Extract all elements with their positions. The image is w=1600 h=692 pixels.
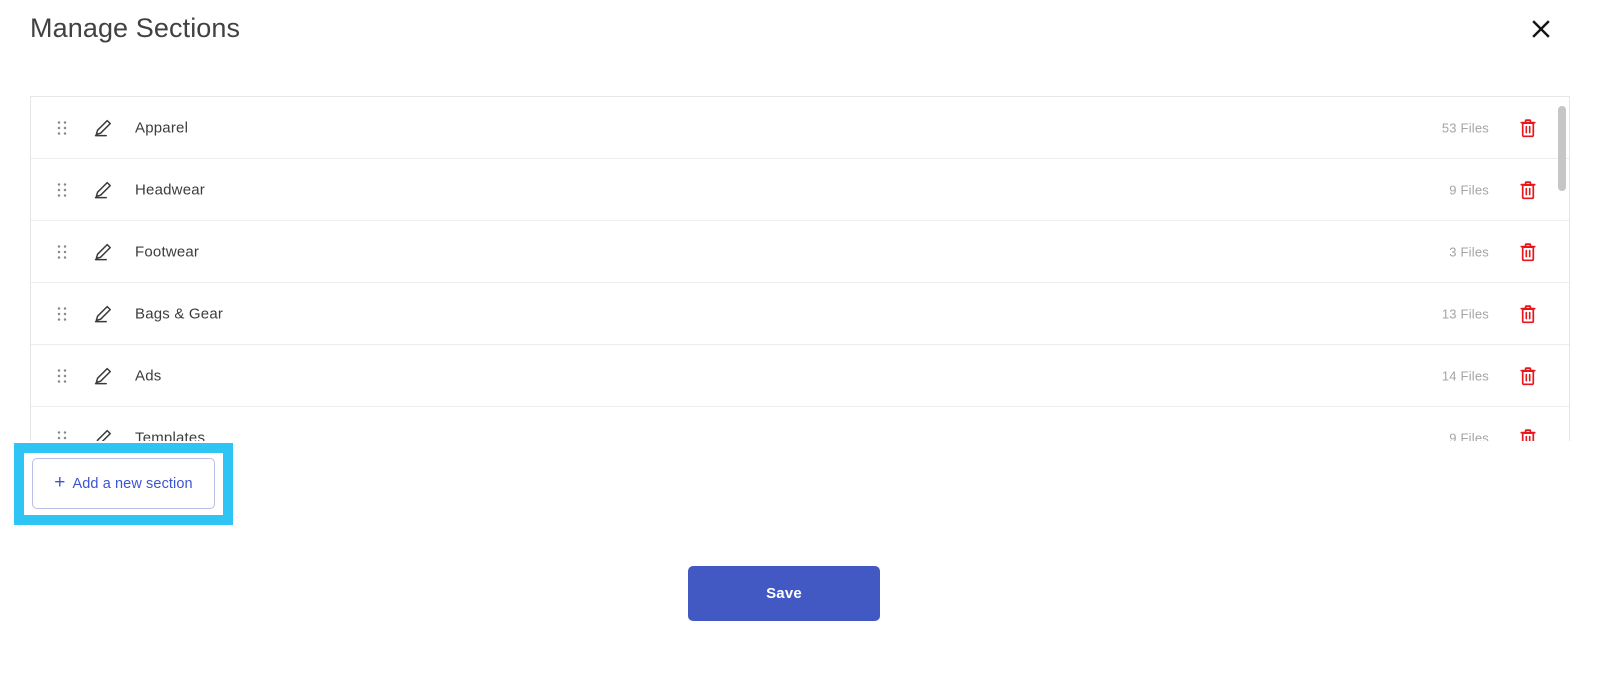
drag-handle-icon[interactable]: [53, 243, 71, 261]
pencil-edit-icon[interactable]: [89, 362, 117, 390]
drag-handle-icon-glyph: [57, 430, 67, 439]
file-count-label: 3 Files: [1449, 244, 1489, 259]
drag-handle-icon[interactable]: [53, 429, 71, 442]
trash-delete-icon[interactable]: [1515, 239, 1541, 265]
manage-sections-modal: Manage Sections Apparel 53 Files Headwear 9…: [0, 0, 1600, 692]
table-row[interactable]: Ads 14 Files: [31, 345, 1569, 407]
pencil-edit-icon-glyph: [94, 119, 111, 136]
pencil-edit-icon[interactable]: [89, 114, 117, 142]
section-name-label: Apparel: [135, 119, 189, 136]
trash-delete-icon[interactable]: [1515, 425, 1541, 441]
table-row[interactable]: Templates 9 Files: [31, 407, 1569, 442]
add-section-highlight-box: + Add a new section: [14, 443, 233, 525]
table-row[interactable]: Footwear 3 Files: [31, 221, 1569, 283]
section-list-scrollbar[interactable]: [1558, 101, 1566, 438]
pencil-edit-icon-glyph: [94, 181, 111, 198]
table-row[interactable]: Bags & Gear 13 Files: [31, 283, 1569, 345]
section-name-label: Bags & Gear: [135, 305, 224, 322]
drag-handle-icon-glyph: [57, 182, 67, 197]
drag-handle-icon[interactable]: [53, 367, 71, 385]
pencil-edit-icon-glyph: [94, 367, 111, 384]
file-count-label: 9 Files: [1449, 430, 1489, 441]
drag-handle-icon[interactable]: [53, 119, 71, 137]
add-new-section-button[interactable]: + Add a new section: [32, 458, 215, 509]
trash-delete-icon[interactable]: [1515, 301, 1541, 327]
trash-delete-icon-glyph: [1520, 366, 1536, 385]
add-section-wrapper: + Add a new section: [24, 453, 223, 515]
file-count-label: 53 Files: [1441, 120, 1489, 135]
pencil-edit-icon[interactable]: [89, 300, 117, 328]
table-row[interactable]: Headwear 9 Files: [31, 159, 1569, 221]
close-icon-glyph: [1532, 20, 1550, 38]
pencil-edit-icon-glyph: [96, 429, 111, 441]
trash-delete-icon-glyph: [1520, 118, 1536, 137]
file-count-label: 14 Files: [1441, 368, 1489, 383]
section-name-label: Templates: [135, 429, 206, 441]
trash-delete-icon[interactable]: [1515, 177, 1541, 203]
file-count-label: 13 Files: [1441, 306, 1489, 321]
add-new-section-label: Add a new section: [72, 475, 193, 492]
section-name-label: Headwear: [135, 181, 205, 198]
drag-handle-icon-glyph: [57, 120, 67, 135]
file-count-label: 9 Files: [1449, 182, 1489, 197]
trash-delete-icon[interactable]: [1515, 115, 1541, 141]
section-list-container: Apparel 53 Files Headwear 9 Files Footwear 3 …: [30, 96, 1570, 441]
section-name-label: Footwear: [135, 243, 200, 260]
drag-handle-icon[interactable]: [53, 181, 71, 199]
modal-header: Manage Sections: [0, 0, 1600, 62]
drag-handle-icon[interactable]: [53, 305, 71, 323]
pencil-edit-icon-glyph: [94, 243, 111, 260]
trash-delete-icon-glyph: [1520, 242, 1536, 261]
save-button[interactable]: Save: [688, 566, 880, 621]
plus-icon: +: [54, 472, 66, 493]
section-name-label: Ads: [135, 367, 162, 384]
trash-delete-icon-glyph: [1520, 428, 1536, 441]
trash-delete-icon-glyph: [1520, 304, 1536, 323]
page-title: Manage Sections: [30, 13, 241, 43]
drag-handle-icon-glyph: [57, 244, 67, 259]
trash-delete-icon[interactable]: [1515, 363, 1541, 389]
table-row[interactable]: Apparel 53 Files: [31, 97, 1569, 159]
scrollbar-thumb[interactable]: [1558, 106, 1566, 191]
drag-handle-icon-glyph: [57, 368, 67, 383]
section-list: Apparel 53 Files Headwear 9 Files Footwear 3 …: [31, 97, 1569, 442]
pencil-edit-icon-glyph: [94, 305, 111, 322]
close-icon[interactable]: [1525, 13, 1557, 45]
trash-delete-icon-glyph: [1520, 180, 1536, 199]
drag-handle-icon-glyph: [57, 306, 67, 321]
pencil-edit-icon[interactable]: [89, 238, 117, 266]
pencil-edit-icon[interactable]: [89, 424, 117, 441]
pencil-edit-icon[interactable]: [89, 176, 117, 204]
